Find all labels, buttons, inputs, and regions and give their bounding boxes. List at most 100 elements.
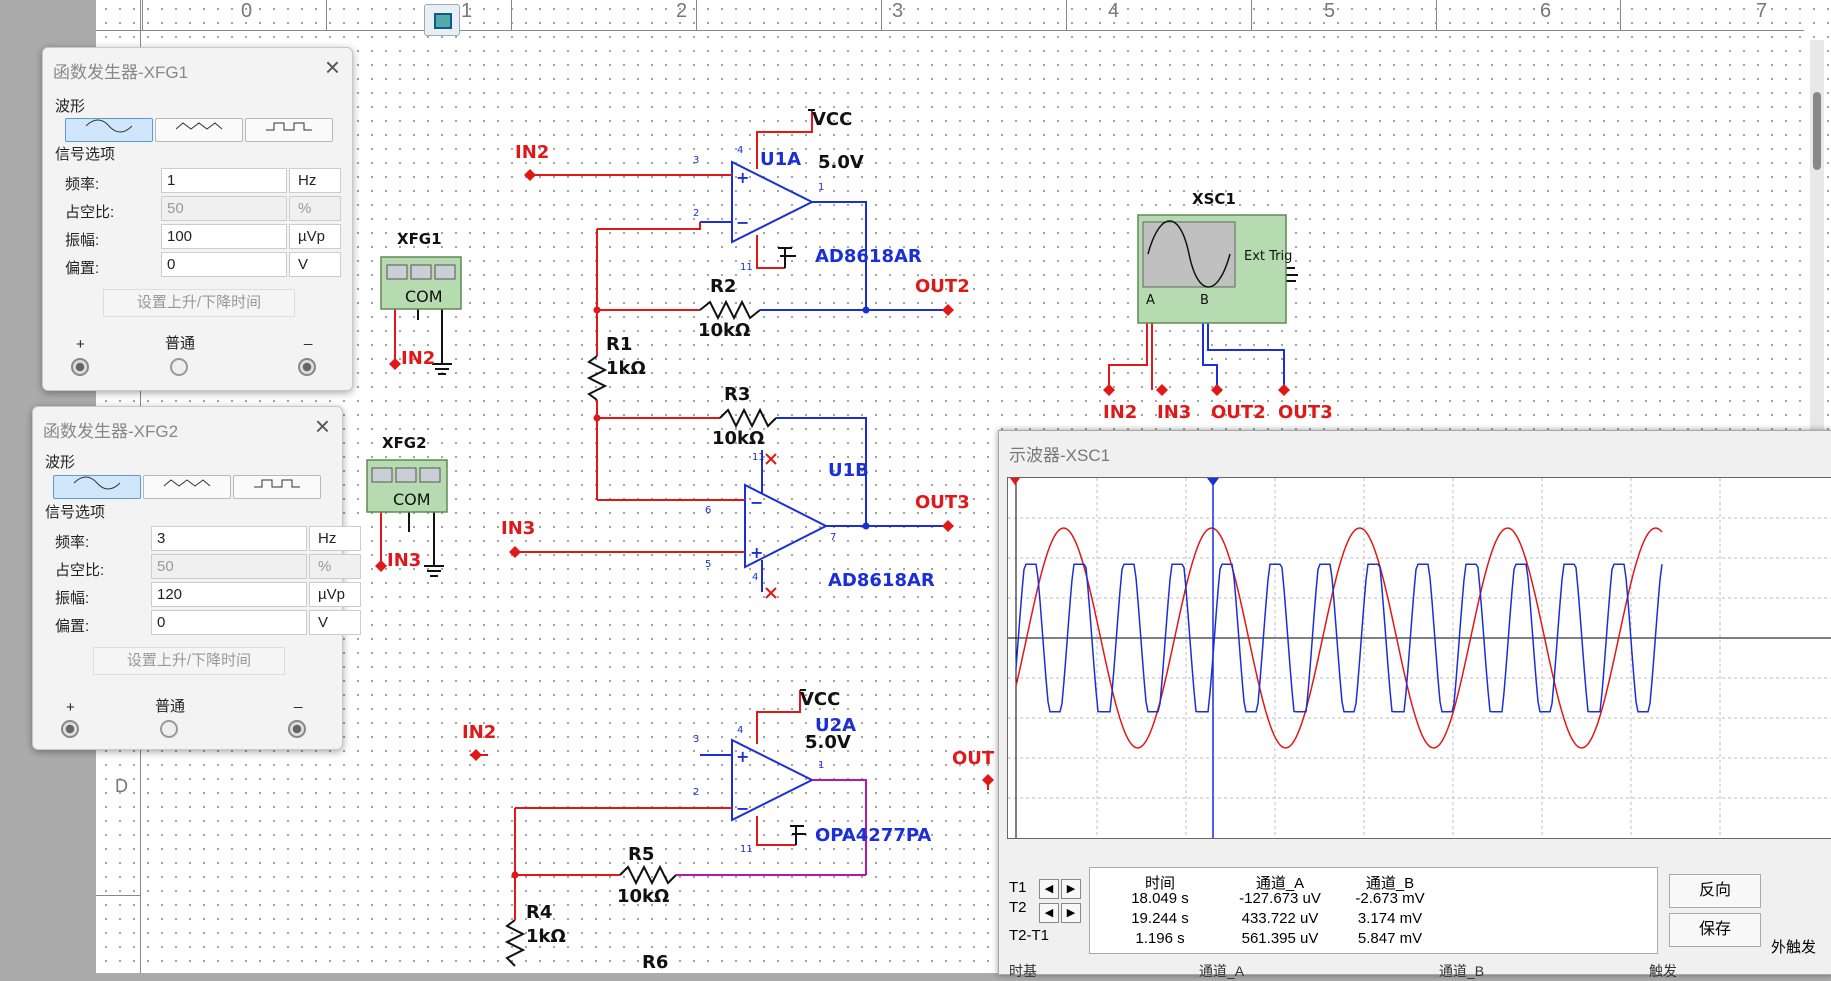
- t2-t1-label: T2-T1: [1009, 927, 1050, 944]
- amplitude-unit[interactable]: µVp: [309, 582, 361, 607]
- u1a-part: AD8618AR: [815, 246, 922, 267]
- square-wave-icon: [266, 122, 312, 131]
- set-rise-fall-time-button: 设置上升/下降时间: [103, 289, 295, 317]
- r2-value: 10kΩ: [698, 320, 750, 341]
- sine-wave-button[interactable]: [53, 475, 141, 499]
- common-terminal[interactable]: [160, 720, 178, 738]
- u1a-ref: U1A: [760, 149, 801, 170]
- xfg1-ref: XFG1: [397, 230, 442, 248]
- oscilloscope-xsc1-window: 示波器-XSC1 时间 通道_A 通道_B 18.049 s -127.673 …: [998, 430, 1831, 979]
- pin-number: 5: [705, 559, 711, 570]
- plus-terminal[interactable]: [71, 358, 89, 376]
- signal-options-label: 信号选项: [45, 504, 106, 521]
- sine-wave-button[interactable]: [65, 118, 153, 142]
- common-terminal[interactable]: [170, 358, 188, 376]
- triangle-wave-button[interactable]: [155, 118, 243, 142]
- duty-cycle-label: 占空比:: [65, 204, 115, 221]
- offset-unit[interactable]: V: [309, 610, 361, 635]
- t1-left-arrow-icon[interactable]: ◀: [1039, 879, 1059, 899]
- amplitude-label: 振幅:: [65, 232, 100, 249]
- channel-b-section-label: 通道_B: [1439, 963, 1485, 979]
- oscilloscope-screen[interactable]: [1007, 477, 1831, 839]
- set-rise-fall-time-button: 设置上升/下降时间: [93, 647, 285, 675]
- minus-terminal[interactable]: [298, 358, 316, 376]
- t1-right-arrow-icon[interactable]: ▶: [1061, 879, 1081, 899]
- frequency-label: 频率:: [55, 534, 90, 551]
- net-label: IN3: [501, 518, 535, 539]
- signal-options-label: 信号选项: [55, 146, 116, 163]
- cursor-t2-handle: [1207, 478, 1219, 486]
- square-wave-icon: [254, 479, 300, 488]
- plus-terminal-label: +: [76, 336, 85, 353]
- net-label: IN2: [515, 142, 549, 163]
- pin-number: 2: [693, 787, 699, 798]
- duty-cycle-label: 占空比:: [55, 562, 105, 579]
- r3-ref: R3: [724, 384, 750, 405]
- minus-terminal-label: _: [304, 329, 313, 346]
- waveform-section-label: 波形: [45, 454, 76, 471]
- net-label: OUT2: [1211, 402, 1266, 423]
- amplitude-label: 振幅:: [55, 590, 90, 607]
- minus-terminal-label: _: [294, 692, 303, 709]
- frequency-input[interactable]: 3: [151, 526, 307, 551]
- xfg2-ref: XFG2: [382, 434, 427, 452]
- ext-trig-label: Ext Trig: [1244, 249, 1292, 264]
- pin-number: 7: [830, 532, 836, 543]
- delta-time: 1.196 s: [1135, 930, 1185, 947]
- pin-number: 3: [693, 155, 699, 166]
- square-wave-button[interactable]: [233, 475, 321, 499]
- reverse-button[interactable]: 反向: [1669, 874, 1761, 908]
- pin-number: 4: [752, 572, 758, 583]
- frequency-unit[interactable]: Hz: [309, 526, 361, 551]
- t2-right-arrow-icon[interactable]: ▶: [1061, 903, 1081, 923]
- offset-label: 偏置:: [55, 618, 90, 635]
- duty-cycle-input: 50: [151, 554, 307, 579]
- amplitude-input[interactable]: 120: [151, 582, 307, 607]
- svg-text:+: +: [736, 747, 749, 766]
- minus-terminal[interactable]: [288, 720, 306, 738]
- frequency-input[interactable]: 1: [161, 168, 287, 193]
- frequency-unit[interactable]: Hz: [289, 168, 341, 193]
- function-generator-xfg2-window: 函数发生器-XFG2 × 波形 信号选项 频率: 3 Hz 占空比: 50 % …: [32, 406, 361, 750]
- t1-label: T1: [1009, 879, 1027, 896]
- offset-input[interactable]: 0: [161, 252, 287, 277]
- close-icon[interactable]: ×: [315, 411, 330, 442]
- square-wave-button[interactable]: [245, 118, 333, 142]
- sine-wave-icon: [85, 119, 133, 133]
- common-terminal-label: 普通: [165, 335, 196, 352]
- amplitude-input[interactable]: 100: [161, 224, 287, 249]
- offset-unit[interactable]: V: [289, 252, 341, 277]
- net-label: IN2: [401, 348, 435, 369]
- close-icon[interactable]: ×: [325, 52, 340, 83]
- t2-channel-b: 3.174 mV: [1357, 910, 1423, 927]
- u1b-part: AD8618AR: [828, 570, 935, 591]
- amplitude-unit[interactable]: µVp: [289, 224, 341, 249]
- triangle-wave-button[interactable]: [143, 475, 231, 499]
- t2-channel-a: 433.722 uV: [1241, 910, 1319, 927]
- pin-number: 11: [740, 844, 753, 855]
- offset-input[interactable]: 0: [151, 610, 307, 635]
- channel-a-label: A: [1146, 293, 1155, 308]
- external-trigger-label: 外触发: [1771, 939, 1817, 956]
- pin-number: 3: [693, 734, 699, 745]
- xsc1-ref: XSC1: [1192, 190, 1236, 208]
- r2-ref: R2: [710, 276, 736, 297]
- r6-ref: R6: [642, 952, 668, 973]
- save-button[interactable]: 保存: [1669, 913, 1761, 947]
- duty-cycle-unit: %: [309, 554, 361, 579]
- r1-value: 1kΩ: [606, 358, 646, 379]
- com-label: COM: [393, 490, 431, 509]
- plus-terminal[interactable]: [61, 720, 79, 738]
- pin-number: 11: [740, 262, 753, 273]
- sine-wave-icon: [73, 476, 121, 490]
- vertical-scrollbar[interactable]: [1810, 40, 1824, 430]
- vcc-value: 5.0V: [818, 152, 864, 173]
- function-generator-xfg1-window: 函数发生器-XFG1 × 波形 信号选项 频率: 1 Hz 占空比: 50 % …: [42, 47, 353, 391]
- t2-left-arrow-icon[interactable]: ◀: [1039, 903, 1059, 923]
- r4-value: 1kΩ: [526, 926, 566, 947]
- delta-channel-b: 5.847 mV: [1357, 930, 1423, 947]
- r1-ref: R1: [606, 334, 632, 355]
- pin-number: 2: [693, 208, 699, 219]
- net-label: OUT2: [915, 276, 970, 297]
- pin-number: 1: [818, 182, 824, 193]
